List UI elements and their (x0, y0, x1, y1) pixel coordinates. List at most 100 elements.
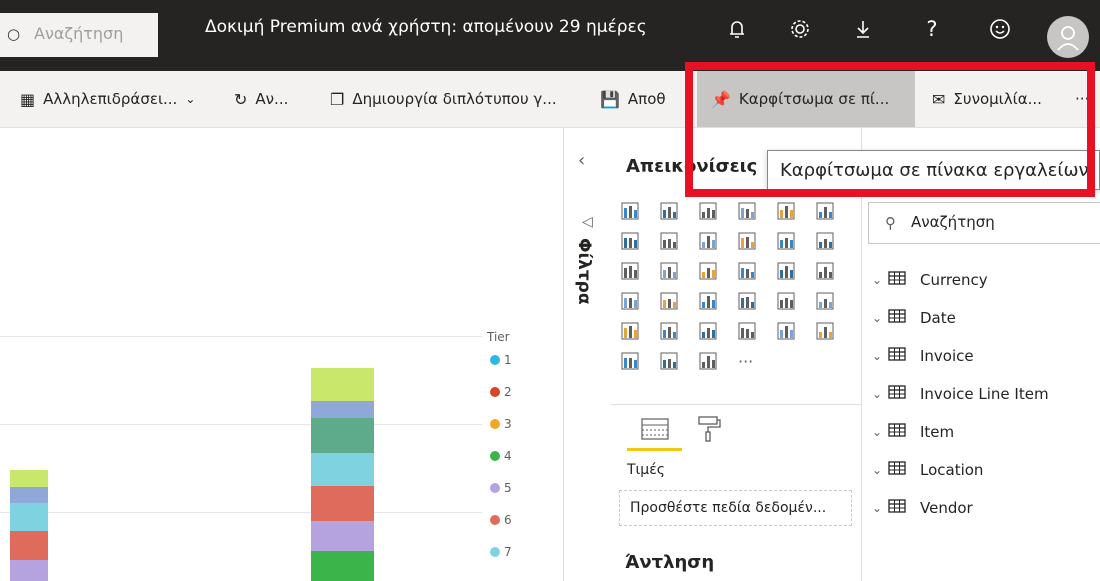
donut-visual-icon[interactable] (777, 262, 795, 280)
legend-item[interactable]: 7 (490, 545, 512, 559)
format-paint-roller-icon[interactable] (696, 414, 722, 448)
trial-banner[interactable]: Δοκιμή Premium ανά χρήστη: απομένουν 29 … (205, 17, 647, 37)
clustered-bar-visual-icon[interactable] (660, 202, 678, 220)
funnel-visual-icon[interactable] (660, 262, 678, 280)
line-column-visual-icon[interactable] (738, 232, 756, 250)
search-input[interactable]: ○ Αναζήτηση (0, 13, 158, 57)
field-table-item[interactable]: ⌄ Vendor (866, 493, 973, 523)
field-table-label: Item (920, 423, 955, 441)
bar-segment[interactable] (311, 551, 374, 581)
field-table-item[interactable]: ⌄ Invoice (866, 341, 974, 371)
field-table-item[interactable]: ⌄ Location (866, 455, 983, 485)
interactions-button[interactable]: ▦ Αλληλεπιδράσει... ⌄ (20, 71, 195, 127)
smart-narrative-visual-icon[interactable] (738, 322, 756, 340)
legend-label: 7 (504, 545, 512, 559)
multi-row-card-visual-icon[interactable] (777, 292, 795, 310)
download-icon[interactable] (848, 14, 878, 44)
more-visuals-button[interactable]: ··· (738, 352, 756, 371)
stacked-column-visual-icon[interactable] (738, 202, 756, 220)
duplicate-button[interactable]: ❐ Δημιουργία διπλότυπου γ... (330, 71, 557, 127)
stacked-column-100-visual-icon[interactable] (816, 202, 834, 220)
scatter-visual-icon[interactable] (699, 262, 717, 280)
bar-segment[interactable] (10, 560, 48, 581)
power-automate-visual-icon[interactable] (699, 352, 717, 370)
gauge-visual-icon[interactable] (699, 292, 717, 310)
table-visual-icon[interactable] (660, 322, 678, 340)
bar-segment[interactable] (311, 453, 374, 486)
bar-segment[interactable] (311, 418, 374, 453)
stacked-bar-100-visual-icon[interactable] (699, 202, 717, 220)
gear-icon[interactable] (785, 14, 815, 44)
legend-item[interactable]: 4 (490, 449, 512, 463)
qa-visual-icon[interactable] (816, 322, 834, 340)
refresh-button[interactable]: ↻ Αν... (234, 71, 288, 127)
legend-label: 6 (504, 513, 512, 527)
legend-label: 5 (504, 481, 512, 495)
power-apps-visual-icon[interactable] (660, 352, 678, 370)
add-data-fields-dropzone[interactable]: Προσθέστε πεδία δεδομέν... (619, 490, 852, 526)
chevron-down-icon[interactable]: ⌄ (866, 501, 888, 515)
filter-funnel-icon[interactable]: ◁ (582, 214, 593, 230)
bar-segment[interactable] (10, 470, 48, 487)
field-table-label: Currency (920, 271, 988, 289)
slicer-visual-icon[interactable] (621, 322, 639, 340)
field-table-item[interactable]: ⌄ Currency (866, 265, 988, 295)
chevron-down-icon[interactable]: ⌄ (866, 349, 888, 363)
field-table-item[interactable]: ⌄ Date (866, 303, 956, 333)
waterfall-visual-icon[interactable] (621, 262, 639, 280)
legend-dot (490, 515, 500, 525)
legend-item[interactable]: 5 (490, 481, 512, 495)
kpi-visual-icon[interactable] (816, 292, 834, 310)
report-canvas[interactable] (0, 128, 563, 581)
stacked-bar-visual-icon[interactable] (621, 202, 639, 220)
bar-segment[interactable] (10, 503, 48, 531)
legend-dot (490, 387, 500, 397)
card-visual-icon[interactable] (738, 292, 756, 310)
bar-segment[interactable] (311, 521, 374, 551)
table-icon (888, 346, 910, 366)
field-table-item[interactable]: ⌄ Item (866, 417, 954, 447)
field-table-item[interactable]: ⌄ Invoice Line Item (866, 379, 1049, 409)
chevron-down-icon[interactable]: ⌄ (866, 273, 888, 287)
chevron-down-icon[interactable]: ⌄ (866, 311, 888, 325)
field-table-label: Location (920, 461, 984, 479)
bar-segment[interactable] (311, 401, 374, 418)
collapse-chevron-icon[interactable]: ‹ (578, 150, 585, 171)
chevron-down-icon[interactable]: ⌄ (866, 425, 888, 439)
stacked-area-visual-icon[interactable] (699, 232, 717, 250)
legend-item[interactable]: 1 (490, 353, 512, 367)
legend-item[interactable]: 2 (490, 385, 512, 399)
paginated-visual-icon[interactable] (621, 352, 639, 370)
legend-item[interactable]: 6 (490, 513, 512, 527)
fields-search-input[interactable]: ⚲ Αναζήτηση (868, 202, 1100, 244)
legend-dot (490, 355, 500, 365)
legend-title: Tier (487, 330, 510, 344)
filled-map-visual-icon[interactable] (660, 292, 678, 310)
matrix-visual-icon[interactable] (699, 322, 717, 340)
smiley-icon[interactable] (985, 14, 1015, 44)
bar-segment[interactable] (10, 487, 48, 503)
bar-segment[interactable] (311, 486, 374, 521)
fields-well-tab[interactable] (639, 416, 671, 448)
legend-item[interactable]: 3 (490, 417, 512, 431)
area-visual-icon[interactable] (660, 232, 678, 250)
bell-icon[interactable] (722, 14, 752, 44)
save-button[interactable]: 💾 Αποθ (600, 71, 666, 127)
pie-visual-icon[interactable] (738, 262, 756, 280)
values-label: Τιμές (627, 462, 665, 478)
search-icon: ○ (7, 25, 21, 43)
bar-segment[interactable] (10, 531, 48, 560)
filters-label[interactable]: Φίλτρα (574, 238, 594, 305)
line-clustered-visual-icon[interactable] (777, 232, 795, 250)
line-visual-icon[interactable] (621, 232, 639, 250)
chevron-down-icon[interactable]: ⌄ (866, 463, 888, 477)
ribbon-visual-icon[interactable] (816, 232, 834, 250)
avatar[interactable] (1047, 16, 1089, 58)
decomposition-tree-visual-icon[interactable] (777, 322, 795, 340)
bar-segment[interactable] (311, 368, 374, 401)
treemap-visual-icon[interactable] (816, 262, 834, 280)
chevron-down-icon[interactable]: ⌄ (866, 387, 888, 401)
help-icon[interactable]: ? (917, 14, 947, 44)
clustered-bar-h-visual-icon[interactable] (777, 202, 795, 220)
map-visual-icon[interactable] (621, 292, 639, 310)
